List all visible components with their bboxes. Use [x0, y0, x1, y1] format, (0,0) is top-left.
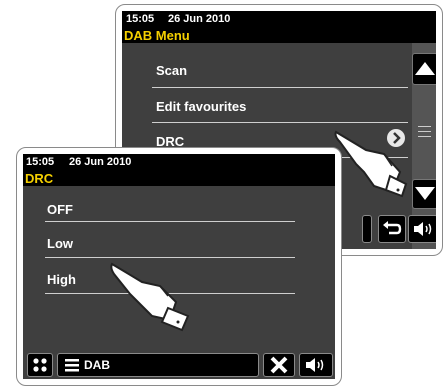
up-arrow-icon	[415, 62, 435, 75]
front-title: DRC	[23, 171, 335, 186]
divider	[152, 87, 408, 88]
back-title: DAB Menu	[122, 28, 436, 43]
menu-item-scan[interactable]: Scan	[156, 63, 187, 78]
grid-icon	[33, 358, 47, 372]
option-high[interactable]: High	[47, 272, 76, 287]
pointing-hand-icon	[334, 130, 408, 198]
option-off[interactable]: OFF	[47, 202, 73, 217]
back-button[interactable]	[378, 215, 406, 243]
volume-button[interactable]	[408, 215, 436, 243]
back-status-bar: 15:05 26 Jun 2010	[122, 11, 436, 28]
close-icon	[270, 356, 288, 374]
back-bottom-left-bar	[362, 215, 372, 243]
scroll-up-button[interactable]	[412, 53, 436, 85]
menu-item-edit-favourites[interactable]: Edit favourites	[156, 99, 246, 114]
speaker-icon	[414, 222, 432, 236]
cancel-button[interactable]	[263, 353, 295, 377]
mode-button[interactable]: DAB	[57, 353, 259, 377]
menu-icon	[65, 359, 79, 372]
pointing-hand-icon	[110, 262, 190, 332]
front-date: 26 Jun 2010	[69, 156, 132, 168]
option-low[interactable]: Low	[47, 236, 73, 251]
back-icon	[383, 221, 402, 235]
divider	[45, 221, 295, 222]
back-time: 15:05	[126, 13, 155, 25]
speaker-icon	[306, 358, 324, 372]
volume-button[interactable]	[299, 353, 333, 377]
front-time: 15:05	[26, 156, 55, 168]
front-status-bar: 15:05 26 Jun 2010	[23, 154, 335, 171]
home-button[interactable]	[27, 353, 53, 377]
back-date: 26 Jun 2010	[168, 13, 231, 25]
mode-label: DAB	[84, 358, 110, 372]
